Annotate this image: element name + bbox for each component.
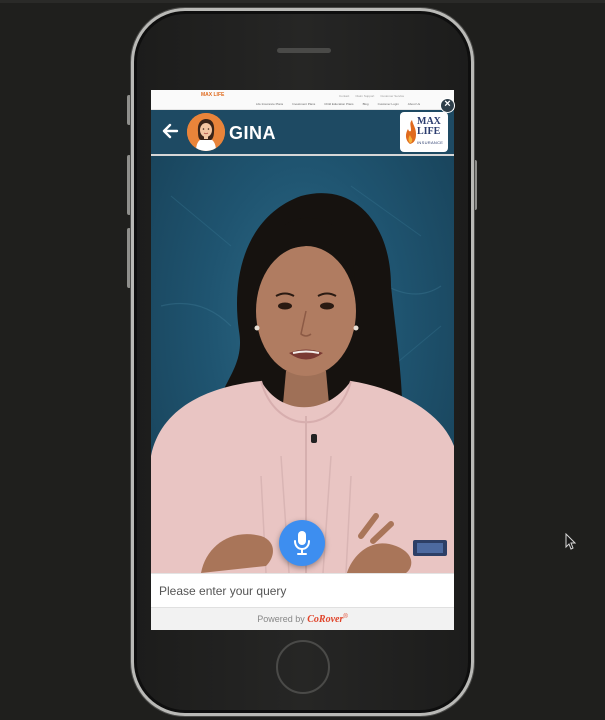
presenter-video-frame: [151, 185, 454, 573]
max-life-logo: MAX LIFE INSURANCE: [400, 112, 448, 152]
phone-speaker: [277, 48, 331, 53]
website-nav-bar: MAX LIFE Contact Claim Support Customer …: [151, 90, 454, 110]
website-nav-links: Life Insurance Plans Investment Plans Ch…: [256, 102, 420, 106]
query-input[interactable]: [159, 578, 447, 604]
website-top-link[interactable]: Customer Service: [380, 94, 404, 98]
assistant-video: [151, 156, 454, 573]
website-nav-link[interactable]: Child Education Plans: [324, 102, 353, 106]
website-nav-link[interactable]: Life Insurance Plans: [256, 102, 283, 106]
website-nav-link[interactable]: Customer Login: [378, 102, 399, 106]
website-nav-link[interactable]: About Us: [408, 102, 420, 106]
microphone-button[interactable]: [279, 520, 325, 566]
website-nav-link[interactable]: Investment Plans: [292, 102, 315, 106]
back-arrow-icon[interactable]: [161, 122, 179, 140]
bot-name: GINA: [229, 123, 276, 143]
website-top-links: Contact Claim Support Customer Service: [339, 94, 404, 98]
website-top-link[interactable]: Contact: [339, 94, 349, 98]
phone-home-button: [276, 640, 330, 694]
avatar-icon: [187, 113, 225, 151]
background-strip: [0, 0, 605, 3]
website-logo[interactable]: MAX LIFE: [201, 93, 224, 98]
powered-by-label: Powered by: [257, 614, 305, 624]
close-icon[interactable]: ×: [440, 98, 455, 113]
powered-by-footer: Powered by CoRover®: [151, 607, 454, 630]
query-bar: [151, 573, 454, 607]
corover-brand[interactable]: CoRover: [307, 614, 343, 625]
website-top-link[interactable]: Claim Support: [355, 94, 374, 98]
website-nav-link[interactable]: Blog: [363, 102, 369, 106]
chat-header: GINA MAX LIFE INSURANCE: [151, 110, 454, 156]
flame-icon: [405, 120, 416, 144]
microphone-icon: [294, 531, 310, 555]
brand-insurance: INSURANCE: [417, 140, 444, 145]
mouse-cursor-icon: [565, 533, 576, 550]
brand-life: LIFE: [417, 126, 441, 137]
registered-mark: ®: [343, 614, 348, 620]
phone-screen: MAX LIFE Contact Claim Support Customer …: [151, 90, 454, 630]
avatar: [187, 113, 225, 151]
